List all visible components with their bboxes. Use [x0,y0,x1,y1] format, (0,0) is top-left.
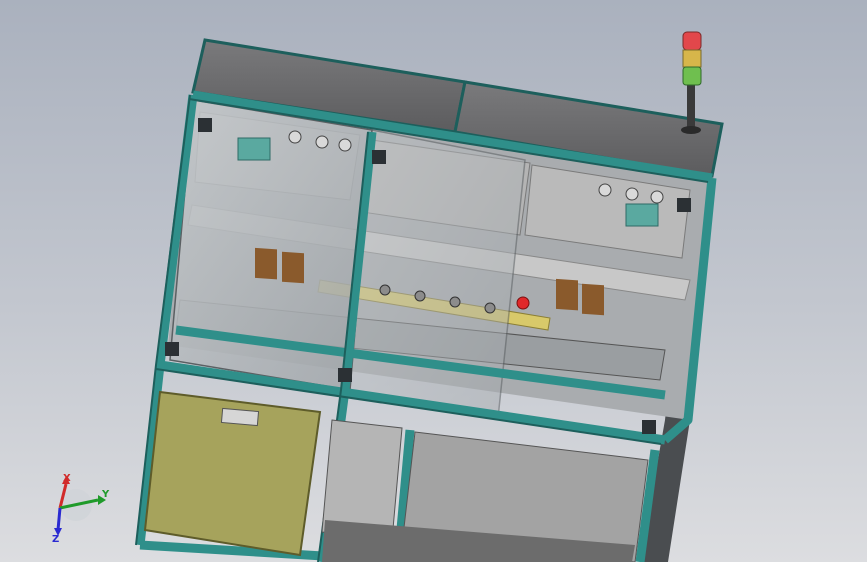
coordinate-triad: X Y Z [52,473,110,545]
triad-z-axis [56,507,62,531]
teal-module-left [237,137,271,161]
relay-block-1 [255,247,277,280]
emergency-button [516,296,530,310]
relay-block-3 [556,278,578,311]
relay-block-2 [282,251,304,284]
triad-z-label: Z [52,534,59,545]
triad-x-label: X [63,473,71,484]
relay-block-4 [582,283,604,316]
triad-y-label: Y [101,489,110,500]
panel-handle-slot [220,407,260,427]
teal-module-right [625,203,659,227]
machine-model-render[interactable]: X Y Z [0,0,867,562]
cad-3d-viewport[interactable]: X Y Z [0,0,867,562]
